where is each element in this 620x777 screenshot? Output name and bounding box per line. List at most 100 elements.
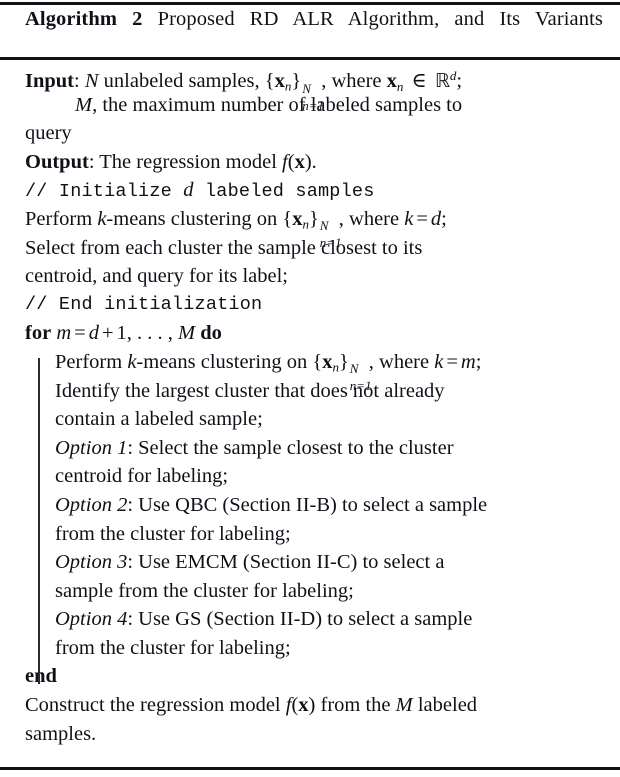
kmeans-d-t3: where	[349, 207, 400, 230]
input-cont-text: , the maximum number of labeled samples …	[92, 93, 463, 116]
algorithm-line-option-2: Option 2: Use QBC (Section II-B) to sele…	[0, 491, 620, 520]
equals-sign-for: =	[74, 322, 86, 345]
option-4-label: Option 4	[55, 608, 128, 631]
symbol-x-vec: x	[294, 150, 305, 173]
algorithm-title-w0: Proposed	[157, 8, 235, 30]
output-text: The regression model	[99, 150, 277, 173]
algorithm-line-select-closest: Select from each cluster the sample clos…	[25, 236, 423, 259]
construct-t2: from the	[320, 694, 391, 717]
input-comma: ,	[321, 70, 327, 93]
kmeans-d-comma: ,	[338, 207, 344, 230]
kmeans-m-semi: ;	[475, 350, 482, 373]
comment-var-d: d	[183, 179, 194, 202]
algorithm-body: Input: N unlabeled samples, {xn} Nn=1, wh…	[0, 62, 620, 748]
algorithm-block: Algorithm 2 Proposed RD ALR Algorithm, a…	[0, 0, 620, 777]
option-1-label: Option 1	[55, 436, 128, 459]
algorithm-title-w1: RD	[249, 8, 279, 30]
symbol-real-numbers: ℝ	[434, 70, 450, 93]
algorithm-line-option-1-cont: centroid for labeling;	[55, 465, 229, 488]
brace-close: }	[291, 70, 302, 93]
symbol-d: d	[430, 207, 442, 230]
algorithm-line-option-3: Option 3: Use EMCM (Section II-C) to sel…	[0, 548, 620, 577]
comment-pre: // Initialize	[25, 181, 184, 203]
set-notation-2: {xn} Nn=1,	[282, 207, 344, 251]
algorithm-comment-initialize: // Initialize d labeled samples	[0, 176, 620, 205]
algorithm-title-w4: and	[454, 8, 485, 30]
construct-t3: labeled	[417, 694, 478, 717]
algorithm-line-option-1: Option 1: Select the sample closest to t…	[0, 434, 620, 463]
algorithm-title-w2: ALR	[292, 8, 334, 30]
algorithm-line-samples: samples.	[25, 722, 97, 745]
symbol-N: N	[84, 70, 99, 93]
equals-sign: =	[416, 207, 428, 230]
paren-close-2: )	[308, 694, 316, 717]
option-3-text: : Use EMCM (Section II-C) to select a	[127, 551, 445, 574]
algorithm-title: Algorithm 2 Proposed RD ALR Algorithm, a…	[25, 6, 603, 32]
option-2-label: Option 2	[55, 493, 128, 516]
construct-t1: Construct the regression model	[25, 694, 281, 717]
output-label: Output	[25, 150, 89, 173]
algorithm-title-w5: Its	[499, 8, 521, 30]
kmeans-d-t2: -means clustering on	[106, 207, 278, 230]
brace-close-3: }	[338, 350, 349, 373]
algorithm-line-identify-1: Identify the largest cluster that does n…	[55, 379, 445, 402]
symbol-m-2: m	[460, 350, 476, 373]
algorithm-line-input: Input: N unlabeled samples, {xn} Nn=1, wh…	[0, 62, 620, 113]
kmeans-m-t3: where	[379, 350, 430, 373]
number-one: 1	[116, 322, 127, 345]
input-text-1: unlabeled samples,	[103, 70, 260, 93]
symbol-x-4: x	[322, 350, 333, 373]
paren-open: (	[287, 150, 295, 173]
symbol-x-vec-2: x	[298, 694, 309, 717]
symbol-k-2: k	[404, 207, 414, 230]
symbol-d-for: d	[88, 322, 99, 345]
algorithm-line-centroid-query: centroid, and query for its label;	[25, 265, 288, 288]
brace-open-3: {	[312, 350, 323, 373]
loop-indent-bar	[38, 358, 40, 684]
algorithm-line-construct: Construct the regression model f(x) from…	[0, 691, 620, 720]
algorithm-line-for: for m = d +1, . . . , M do	[0, 319, 620, 348]
do-keyword: do	[200, 322, 222, 345]
brace-close-2: }	[308, 207, 319, 230]
algorithm-keyword: Algorithm	[25, 8, 117, 30]
input-semicolon: ;	[456, 70, 463, 93]
for-keyword: for	[25, 322, 52, 345]
ellipsis: , . . . ,	[126, 322, 173, 345]
symbol-M-2: M	[395, 694, 413, 717]
output-period: .	[311, 150, 317, 173]
brace-open-2: {	[282, 207, 293, 230]
algorithm-title-w6: Variants	[534, 8, 603, 30]
input-colon: :	[74, 70, 80, 93]
kmeans-m-t2: -means clustering on	[136, 350, 308, 373]
option-2-text: : Use QBC (Section II-B) to select a sam…	[127, 493, 488, 516]
symbol-k-3: k	[434, 350, 444, 373]
symbol-x-3: x	[292, 207, 303, 230]
algorithm-line-option-2-cont: from the cluster for labeling;	[55, 522, 291, 545]
kmeans-m-comma: ,	[368, 350, 374, 373]
rule-top	[0, 2, 620, 5]
algorithm-comment-end-init: // End initialization	[25, 293, 263, 315]
algorithm-line-option-4-cont: from the cluster for labeling;	[55, 636, 291, 659]
equals-sign-m: =	[446, 350, 458, 373]
kmeans-m-t1: Perform	[55, 350, 123, 373]
symbol-x-2: x	[386, 70, 397, 93]
comment-post: labeled samples	[193, 181, 375, 203]
option-4-text: : Use GS (Section II-D) to select a samp…	[127, 608, 473, 631]
algorithm-line-identify-2: contain a labeled sample;	[55, 408, 263, 431]
kmeans-d-t1: Perform	[25, 207, 93, 230]
output-colon: :	[88, 150, 95, 173]
set-notation-1: {xn} Nn=1,	[265, 70, 327, 113]
algorithm-line-input-cont: M, the maximum number of labeled samples…	[0, 91, 620, 120]
symbol-M-for: M	[178, 322, 196, 345]
set-notation-3: {xn} Nn=1,	[312, 350, 374, 394]
algorithm-line-query: query	[25, 122, 72, 145]
algorithm-line-kmeans-m: Perform k-means clustering on {xn} Nn=1, …	[0, 348, 620, 394]
algorithm-line-option-3-cont: sample from the cluster for labeling;	[55, 579, 354, 602]
input-text-2: where	[331, 70, 382, 93]
algorithm-line-kmeans-d: Perform k-means clustering on {xn} Nn=1, …	[0, 205, 620, 251]
plus-sign: +	[101, 322, 114, 345]
element-of-icon: ∈	[411, 70, 427, 93]
rule-bottom	[0, 767, 620, 770]
symbol-M: M	[75, 93, 93, 116]
rule-header-separator	[0, 57, 620, 60]
